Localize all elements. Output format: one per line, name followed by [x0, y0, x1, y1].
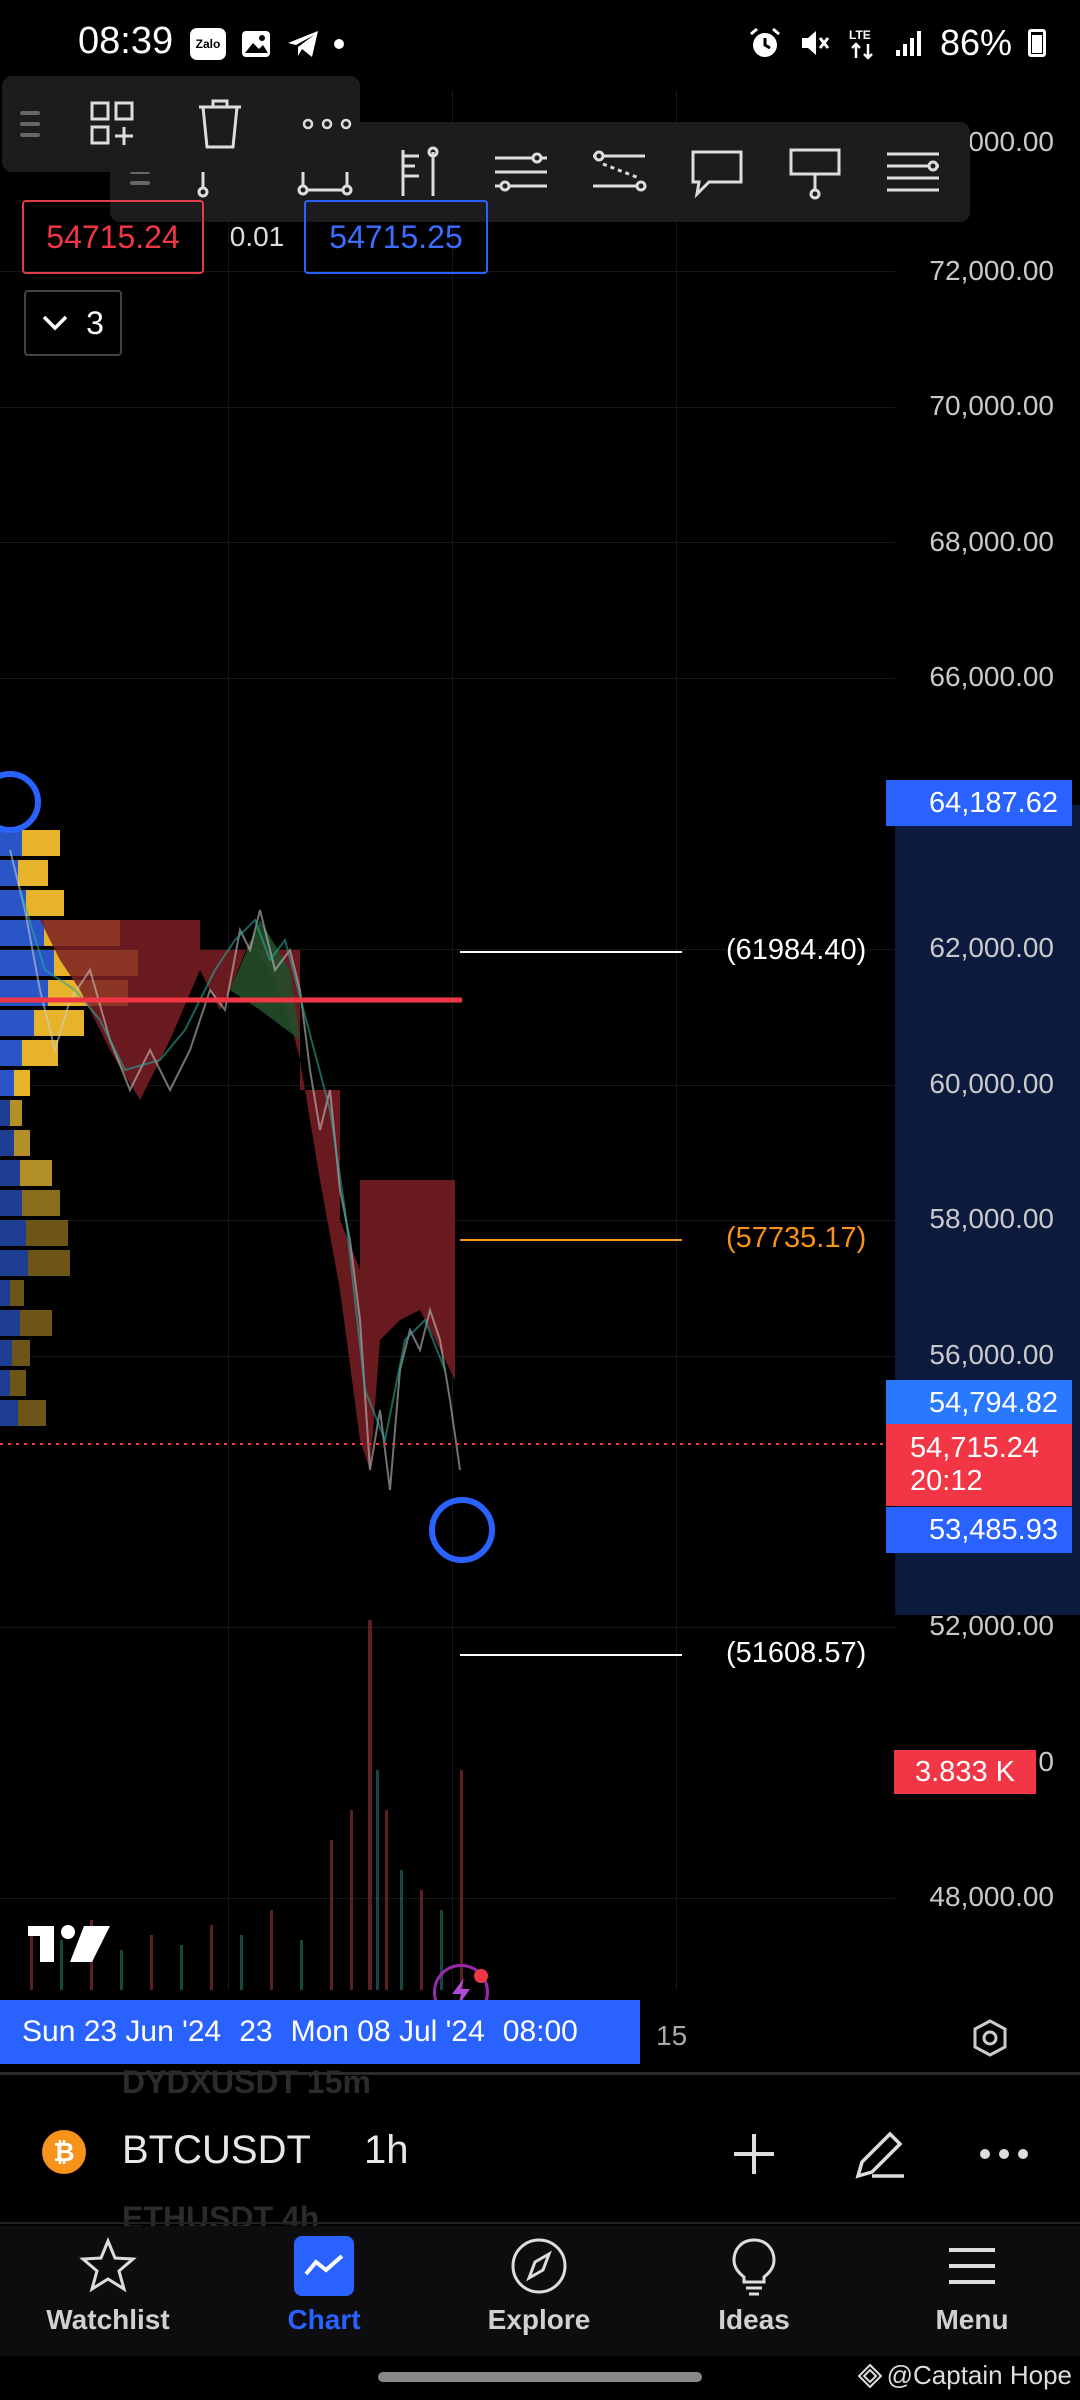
lower-level-label: (51608.57) — [726, 1637, 867, 1669]
svg-text:LTE: LTE — [849, 28, 871, 42]
candle-countdown: 20:12 — [910, 1465, 983, 1497]
price-axis-label: 62,000.00 — [929, 932, 1054, 963]
tab-label: Watchlist — [46, 2304, 170, 2335]
range-band-green — [230, 920, 300, 1040]
battery-percent: 86% — [939, 22, 1012, 63]
chevron-down-icon — [42, 315, 68, 331]
lte-icon: LTE — [849, 28, 873, 60]
sell-button[interactable]: 54715.24 — [22, 200, 204, 274]
date-label: 23 — [239, 2015, 273, 2048]
gallery-icon — [242, 31, 270, 57]
last-price-badge: 54,715.24 20:12 — [886, 1424, 1072, 1506]
bottom-tab-bar: Watchlist Chart Explore Ideas Menu — [0, 2226, 1080, 2356]
drag-grip-icon[interactable] — [20, 111, 40, 137]
watermark-text: @Captain Hope — [886, 2360, 1072, 2390]
tab-ideas[interactable]: Ideas — [674, 2236, 834, 2336]
date-axis-highlight[interactable]: Sun 23 Jun '24 23 Mon 08 Jul '24 08:00 — [0, 2000, 640, 2064]
divider — [0, 2222, 1080, 2224]
lower-level-badge: 53,485.93 — [886, 1507, 1072, 1553]
watermark-icon — [857, 2363, 883, 2388]
telegram-icon — [288, 31, 318, 57]
notification-icons: Zalo — [190, 28, 344, 60]
home-indicator[interactable] — [378, 2372, 702, 2382]
price-axis-label: 52,000.00 — [929, 1610, 1054, 1641]
price-axis-label: 56,000.00 — [929, 1339, 1054, 1370]
more-icon[interactable] — [293, 89, 360, 159]
callout-icon[interactable] — [682, 137, 752, 207]
interval-selector[interactable]: 1h — [364, 2128, 409, 2173]
date-label: 08:00 — [502, 2015, 578, 2048]
upper-level-badge: 64,187.62 — [886, 780, 1072, 826]
price-axis-label: 0 — [1038, 1746, 1054, 1777]
lightbulb-icon — [724, 2236, 784, 2296]
tab-chart[interactable]: Chart — [244, 2236, 404, 2336]
tab-explore[interactable]: Explore — [459, 2236, 619, 2336]
selection-toolbar — [2, 76, 360, 172]
date-label: 15 — [656, 2020, 688, 2051]
date-label: Mon 08 Jul '24 — [290, 2015, 485, 2048]
mid-level-label: (57735.17) — [726, 1222, 867, 1254]
price-axis-label: 000.00 — [968, 126, 1054, 157]
volume-profile — [0, 830, 138, 1426]
symbol-name[interactable]: BTCUSDT — [122, 2128, 311, 2173]
add-to-layout-icon[interactable] — [80, 89, 147, 159]
tab-watchlist[interactable]: Watchlist — [28, 2236, 188, 2336]
chart-icon — [294, 2236, 354, 2296]
hamburger-icon — [942, 2236, 1002, 2296]
symbol-list-item[interactable]: DYDXUSDT 15m — [122, 2064, 371, 2101]
price-chart — [0, 771, 900, 1990]
collapse-orders-button[interactable]: 3 — [24, 290, 122, 356]
bitcoin-icon: ₿ — [42, 2130, 86, 2174]
signpost-icon[interactable] — [780, 137, 850, 207]
chart-canvas[interactable]: 000.00 72,000.00 70,000.00 68,000.00 66,… — [0, 90, 1080, 2080]
system-icons: LTE 86% — [748, 22, 1046, 64]
chart-settings-icon[interactable] — [970, 2018, 1010, 2063]
signal-icon — [895, 31, 921, 56]
tab-menu[interactable]: Menu — [892, 2236, 1052, 2336]
zalo-icon: Zalo — [190, 28, 226, 60]
compass-icon — [509, 2236, 569, 2296]
more-notifications-icon — [334, 39, 344, 49]
price-axis-label: 70,000.00 — [929, 390, 1054, 421]
parallel-channel-icon[interactable] — [486, 137, 556, 207]
pencil-icon[interactable] — [848, 2122, 912, 2186]
notification-dot — [474, 1969, 488, 1983]
alarm-icon — [749, 27, 780, 57]
status-time: 08:39 — [78, 20, 174, 62]
ask-price-badge: 54,794.82 — [886, 1380, 1072, 1426]
plus-icon[interactable] — [722, 2122, 786, 2186]
star-icon — [78, 2236, 138, 2296]
last-price-value: 54,715.24 — [910, 1432, 1040, 1464]
price-axis-label: 48,000.00 — [929, 1881, 1054, 1912]
tab-label: Chart — [287, 2304, 361, 2335]
drawing-handle[interactable] — [0, 771, 41, 833]
price-axis-label: 66,000.00 — [929, 661, 1054, 692]
battery-icon — [1028, 29, 1046, 57]
price-axis-label: 68,000.00 — [929, 526, 1054, 557]
tab-label: Ideas — [718, 2304, 790, 2335]
more-icon[interactable] — [972, 2122, 1036, 2186]
price-axis-label: 60,000.00 — [929, 1068, 1054, 1099]
date-label: Sun 23 Jun '24 — [22, 2015, 222, 2048]
price-axis-label: 72,000.00 — [929, 255, 1054, 286]
upper-level-label: (61984.40) — [726, 934, 867, 966]
regression-icon[interactable] — [584, 137, 654, 207]
buy-button[interactable]: 54715.25 — [304, 200, 488, 274]
tab-label: Menu — [935, 2304, 1009, 2335]
fib-tool-icon[interactable] — [388, 137, 458, 207]
watermark: @Captain Hope — [857, 2360, 1072, 2391]
spread-value: 0.01 — [229, 221, 285, 252]
drawing-handle[interactable] — [429, 1497, 495, 1563]
tradingview-logo — [28, 1925, 110, 1962]
mute-icon — [801, 31, 830, 55]
lines-icon[interactable] — [878, 137, 948, 207]
collapse-count: 3 — [86, 304, 104, 341]
trash-icon[interactable] — [187, 89, 254, 159]
price-axis-label: 58,000.00 — [929, 1203, 1054, 1234]
symbol-bar: ₿ BTCUSDT 1h — [0, 2110, 1080, 2190]
tab-label: Explore — [487, 2304, 591, 2335]
volume-badge: 3.833 K — [894, 1750, 1036, 1794]
